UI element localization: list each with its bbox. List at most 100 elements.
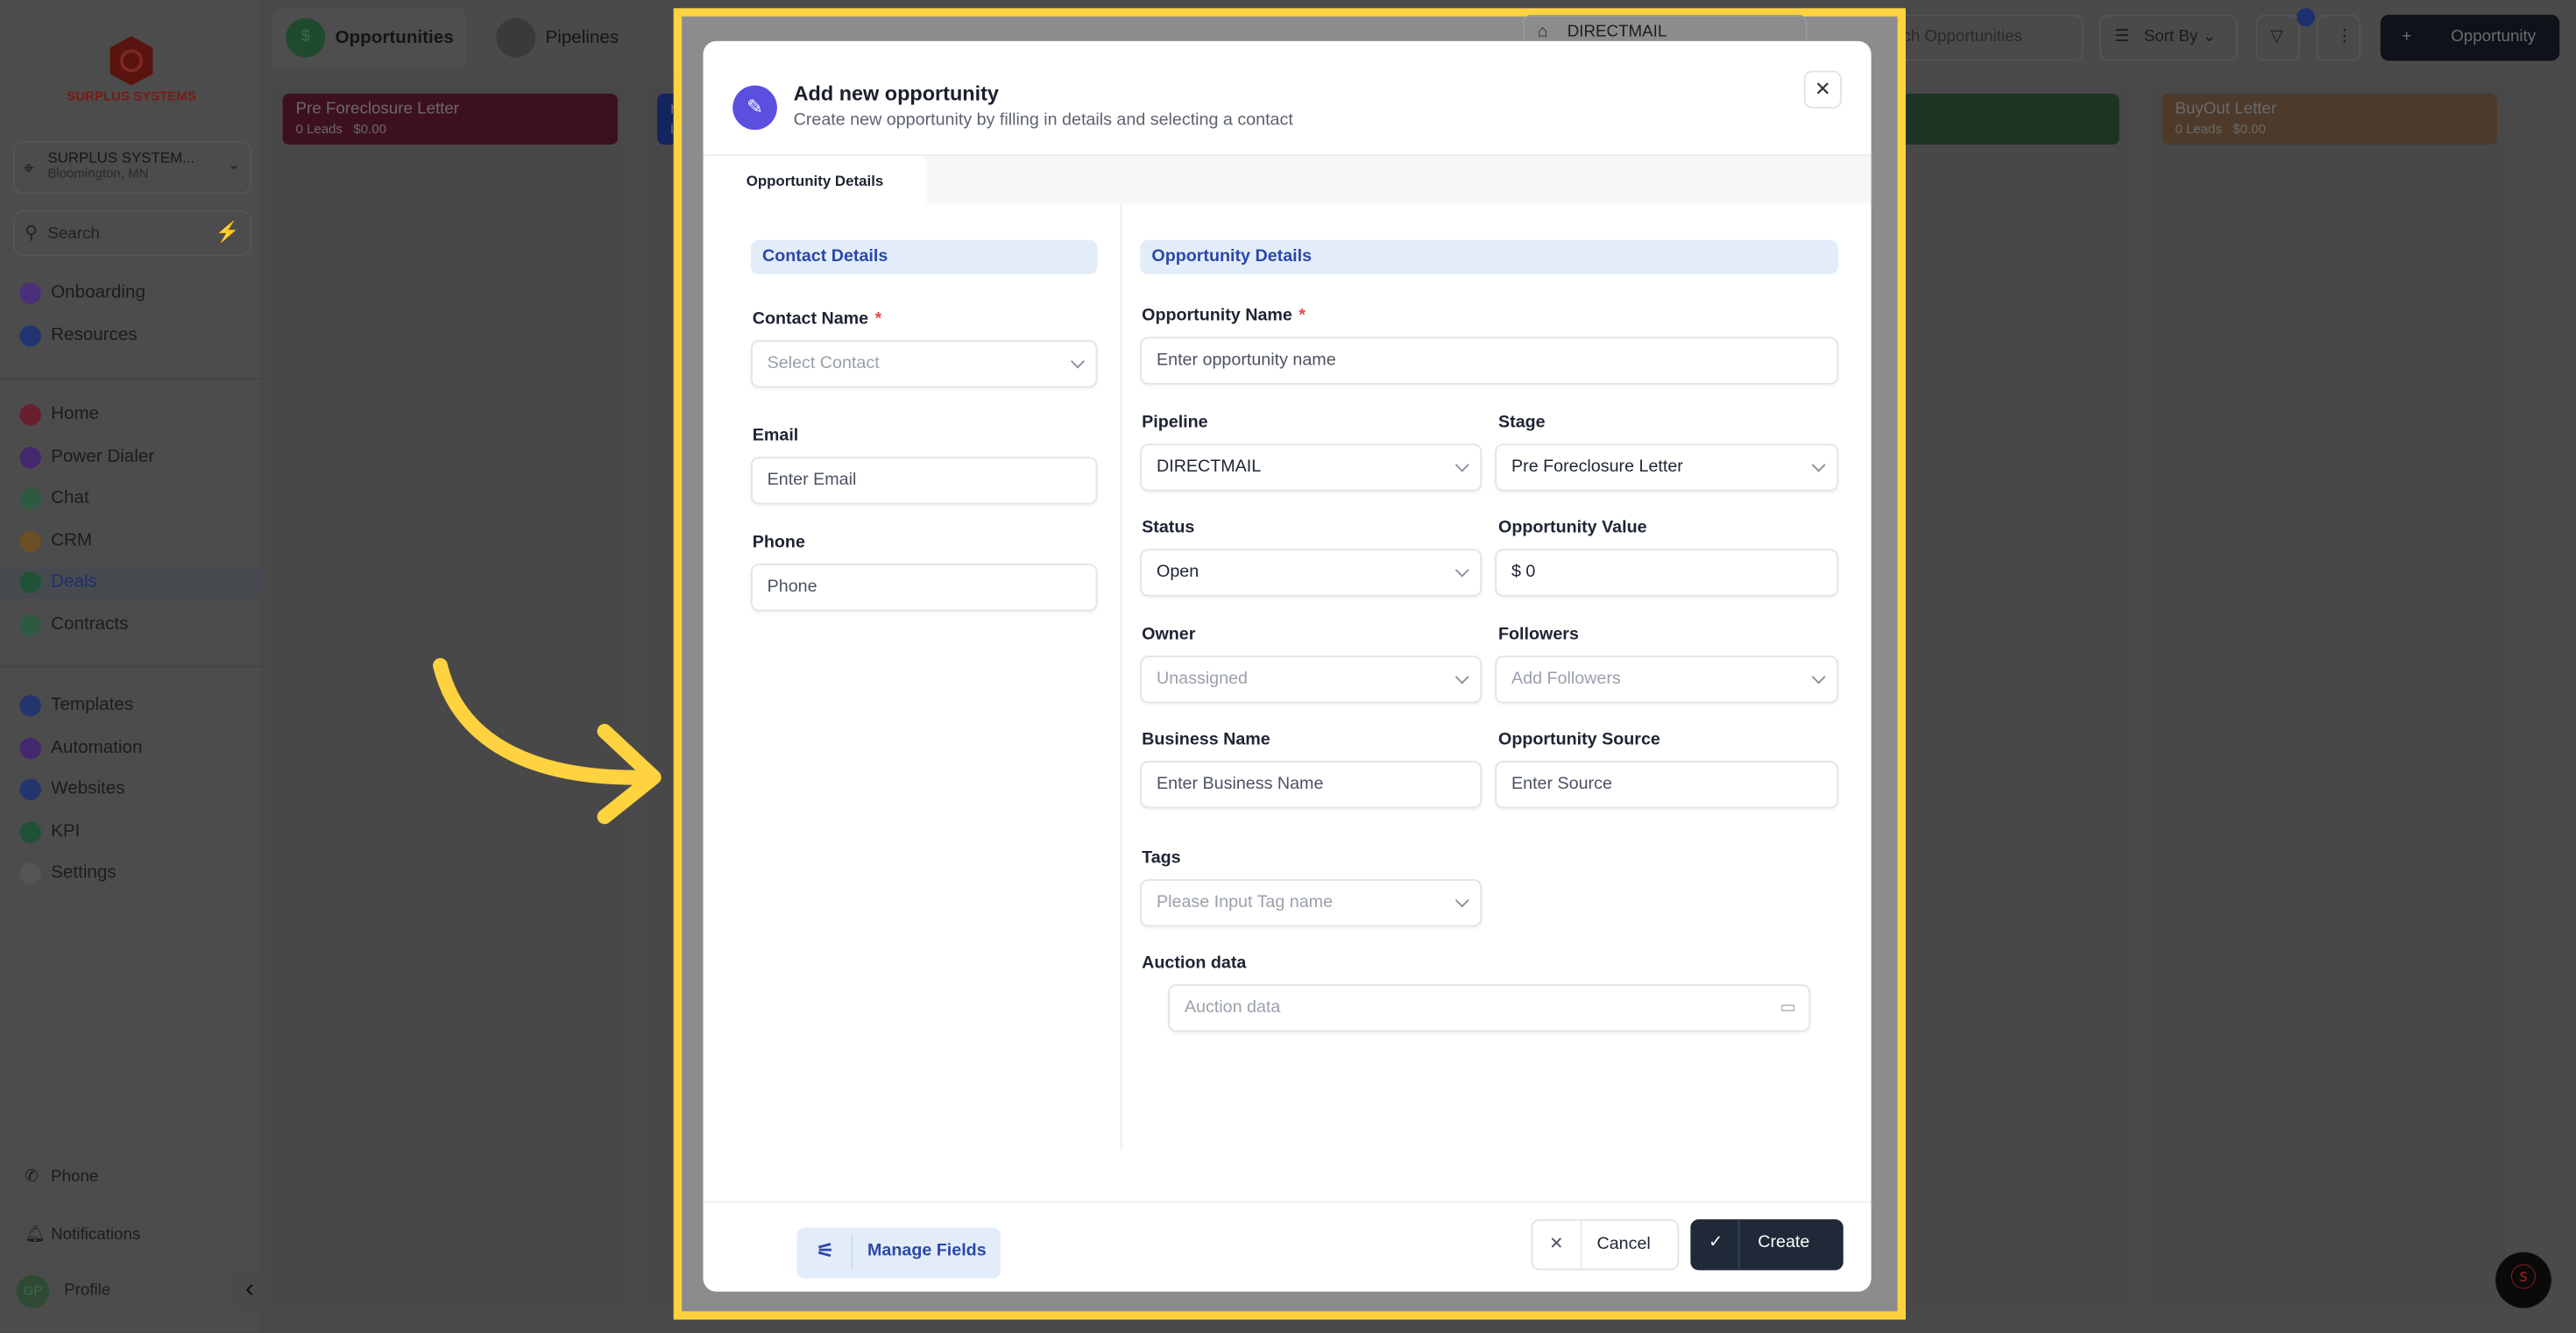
separator <box>851 1234 853 1271</box>
chevron-down-icon <box>1454 670 1469 684</box>
opportunity-source-input[interactable]: Enter Source <box>1495 761 1839 809</box>
bell-icon: 🔔︎ <box>25 1225 46 1244</box>
avatar: GP <box>16 1275 50 1308</box>
sidebar-item-phone[interactable]: ✆ Phone <box>17 1162 99 1195</box>
auction-data-label: Auction data <box>1142 953 1247 974</box>
sidebar-item-kpi[interactable]: KPI <box>17 814 81 847</box>
lightning-icon[interactable]: ⚡ <box>216 220 240 243</box>
sliders-icon: ⚟ <box>816 1238 835 1262</box>
tab-opportunity-details[interactable]: Opportunity Details <box>703 156 927 206</box>
location-switcher[interactable]: ⌖ SURPLUS SYSTEM... Bloomington, MN ⌄ <box>13 141 251 195</box>
tab-label: Pipelines <box>545 27 619 48</box>
status-select[interactable]: Open <box>1140 549 1483 597</box>
filter-icon: ▽ <box>2270 27 2283 46</box>
sidebar-item-resources[interactable]: Resources <box>17 318 138 351</box>
chevron-down-icon <box>1454 893 1469 908</box>
placeholder: Select Contact <box>767 353 880 373</box>
status-label: Status <box>1142 517 1195 538</box>
chevron-down-icon <box>1811 457 1826 472</box>
owner-select[interactable]: Unassigned <box>1140 656 1483 704</box>
chat-widget-button[interactable]: ⓢ <box>2495 1251 2551 1308</box>
auction-data-input[interactable]: Auction data ▭ <box>1168 984 1811 1032</box>
opportunity-details-header: Opportunity Details <box>1140 239 1839 275</box>
contracts-icon <box>19 613 41 635</box>
phone-label: Phone <box>51 1168 99 1187</box>
sidebar-item-label: Settings <box>51 862 117 883</box>
opportunity-value-input[interactable]: $ 0 <box>1495 549 1839 597</box>
add-opportunity-button[interactable]: + Opportunity <box>2380 14 2560 61</box>
tags-select[interactable]: Please Input Tag name <box>1140 879 1483 927</box>
more-options-button[interactable]: ⋮ <box>2316 14 2361 61</box>
business-name-label: Business Name <box>1142 729 1270 750</box>
sidebar-item-label: Power Dialer <box>51 446 155 466</box>
chevron-down-icon: ⌄ <box>227 156 240 173</box>
separator <box>1580 1221 1582 1269</box>
modal-title: Add new opportunity <box>793 82 999 105</box>
stage-name: BuyOut Letter <box>2175 100 2277 118</box>
tab-pipelines[interactable]: Pipelines <box>483 8 648 67</box>
phone-icon: ✆ <box>25 1168 39 1187</box>
followers-select[interactable]: Add Followers <box>1495 656 1839 704</box>
phone-input[interactable]: Phone <box>750 564 1098 612</box>
sidebar-item-settings[interactable]: Settings <box>17 856 117 890</box>
notifications-label: Notifications <box>51 1225 141 1244</box>
add-opportunity-modal: ✎ Add new opportunity Create new opportu… <box>703 40 1872 1292</box>
close-icon: ✕ <box>1814 77 1831 101</box>
sidebar-item-label: Chat <box>51 487 89 508</box>
collapse-sidebar-button[interactable]: ‹ <box>230 1270 270 1310</box>
tags-label: Tags <box>1142 847 1181 869</box>
contact-select[interactable]: Select Contact <box>750 340 1098 388</box>
stage-header[interactable]: BuyOut Letter 0 Leads $0.00 <box>2162 93 2497 145</box>
tab-opportunities[interactable]: $ Opportunities <box>272 8 467 67</box>
brand-logo: SURPLUS SYSTEMS <box>66 33 197 104</box>
sidebar-item-deals[interactable]: Deals <box>0 565 263 599</box>
divider <box>0 665 263 668</box>
sidebar-item-automation[interactable]: Automation <box>17 730 142 763</box>
sidebar-item-label: Onboarding <box>51 282 145 303</box>
cancel-button[interactable]: ✕ Cancel <box>1531 1219 1680 1271</box>
sidebar-item-home[interactable]: Home <box>17 398 99 431</box>
filter-button[interactable]: ▽ <box>2255 14 2300 61</box>
pipeline-value: DIRECTMAIL <box>1567 23 1667 41</box>
email-input[interactable]: Enter Email <box>750 457 1098 505</box>
sidebar-item-label: KPI <box>51 820 81 841</box>
sort-label: Sort By <box>2143 27 2198 46</box>
close-button[interactable]: ✕ <box>1803 70 1842 109</box>
sort-by-button[interactable]: ☰ Sort By ⌄ <box>2099 14 2238 61</box>
placeholder: Please Input Tag name <box>1157 892 1334 912</box>
stage-header[interactable]: Pre Foreclosure Letter 0 Leads $0.00 <box>282 93 618 145</box>
sidebar-item-templates[interactable]: Templates <box>17 689 133 722</box>
stage-value: $0.00 <box>2233 121 2266 137</box>
map-pin-icon: ⌖ <box>23 156 34 180</box>
button-label: Create <box>1758 1232 1810 1252</box>
edit-icon: ✎ <box>732 85 777 131</box>
brand-name: SURPLUS SYSTEMS <box>67 89 196 104</box>
sidebar-item-websites[interactable]: Websites <box>17 772 125 805</box>
location-city: Bloomington, MN <box>47 166 149 181</box>
sidebar-item-onboarding[interactable]: Onboarding <box>17 276 145 309</box>
calendar-icon: ▭ <box>1780 999 1796 1017</box>
label-text: Opportunity Name <box>1142 305 1292 326</box>
opportunity-name-input[interactable]: Enter opportunity name <box>1140 337 1839 385</box>
sidebar-item-crm[interactable]: CRM <box>17 523 92 557</box>
value: Open <box>1157 562 1200 582</box>
dollar-icon: $ <box>286 18 326 58</box>
business-name-input[interactable]: Enter Business Name <box>1140 761 1483 809</box>
separator <box>1737 1219 1740 1271</box>
pipeline-select[interactable]: DIRECTMAIL <box>1140 443 1483 492</box>
manage-fields-button[interactable]: ⚟ Manage Fields <box>796 1227 1001 1279</box>
sidebar-item-profile[interactable]: GP Profile <box>16 1275 110 1308</box>
sidebar-item-notifications[interactable]: 🔔︎ Notifications <box>17 1219 141 1252</box>
sidebar-item-chat[interactable]: Chat <box>17 481 89 514</box>
sidebar-item-power-dialer[interactable]: Power Dialer <box>17 440 154 473</box>
more-vertical-icon: ⋮ <box>2336 27 2353 46</box>
opportunity-source-label: Opportunity Source <box>1498 729 1660 750</box>
stage-name: Pre Foreclosure Letter <box>295 100 460 118</box>
check-icon: ✓ <box>1709 1232 1723 1252</box>
search-icon: ⚲ <box>25 223 39 244</box>
sidebar-search[interactable]: ⚲ Search ⚡ <box>13 210 251 257</box>
stage-select[interactable]: Pre Foreclosure Letter <box>1495 443 1839 492</box>
sidebar-item-contracts[interactable]: Contracts <box>17 607 128 641</box>
create-button[interactable]: ✓ Create <box>1690 1219 1844 1271</box>
footer-divider <box>703 1201 1872 1203</box>
